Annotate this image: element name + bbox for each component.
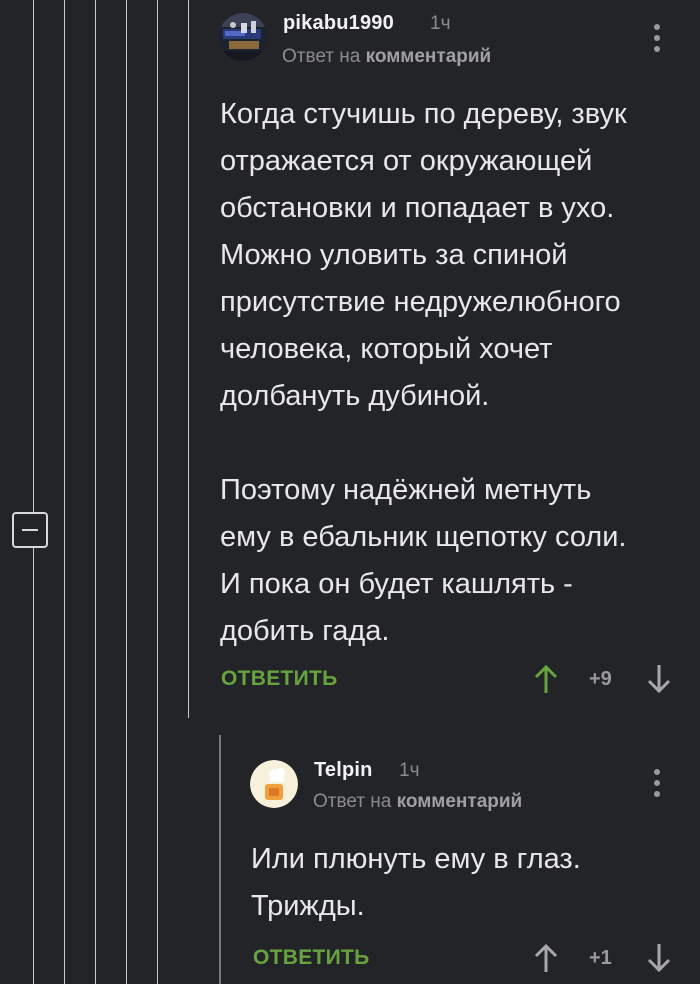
reply-target-link[interactable]: комментарий <box>366 46 492 67</box>
comment-time: 1ч <box>430 13 451 34</box>
more-vertical-icon[interactable] <box>648 767 666 803</box>
score-count: +1 <box>589 947 612 969</box>
thread-line <box>64 0 65 984</box>
avatar-image <box>219 13 267 61</box>
arrow-up-icon[interactable] <box>534 942 558 974</box>
reply-to-label: Ответ на комментарий <box>282 46 491 68</box>
reply-button[interactable]: ОТВЕТИТЬ <box>253 946 370 970</box>
comment-username[interactable]: Telpin <box>314 759 373 782</box>
collapse-thread-button[interactable] <box>12 512 48 548</box>
arrow-down-icon[interactable] <box>647 942 671 974</box>
avatar-image <box>250 760 298 808</box>
reply-prefix: Ответ на <box>313 791 392 812</box>
reply-prefix: Ответ на <box>282 46 361 67</box>
minus-square-icon <box>22 529 38 531</box>
arrow-up-icon[interactable] <box>534 663 558 695</box>
reply-thread-line <box>219 735 221 984</box>
thread-line <box>95 0 96 984</box>
comment-username[interactable]: pikabu1990 <box>283 12 394 35</box>
more-vertical-icon[interactable] <box>648 22 666 58</box>
avatar[interactable] <box>250 760 298 808</box>
reply-button[interactable]: ОТВЕТИТЬ <box>221 667 338 691</box>
comment-text: Когда стучишь по дереву, звук отражается… <box>220 98 627 647</box>
thread-line <box>157 0 158 984</box>
comment-text: Или плюнуть ему в глаз. Трижды. <box>251 843 581 922</box>
reply-target-link[interactable]: комментарий <box>397 791 523 812</box>
arrow-down-icon[interactable] <box>647 663 671 695</box>
thread-line <box>188 0 189 718</box>
score-count: +9 <box>589 668 612 690</box>
reply-to-label: Ответ на комментарий <box>313 791 522 813</box>
thread-line <box>33 0 34 984</box>
comment-time: 1ч <box>399 760 420 781</box>
avatar[interactable] <box>219 13 267 61</box>
thread-line <box>126 0 127 984</box>
